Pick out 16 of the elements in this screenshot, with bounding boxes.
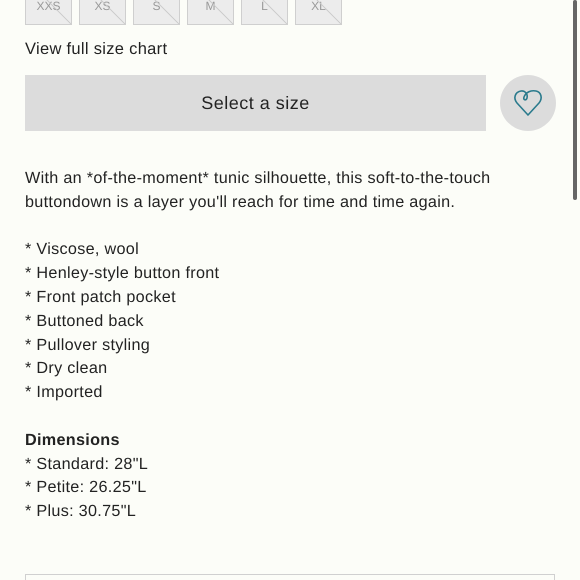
feature-item: * Henley-style button front (25, 263, 220, 284)
select-size-button[interactable]: Select a size (25, 75, 486, 131)
dimension-item: * Petite: 26.25"L (25, 477, 148, 498)
size-chart-link[interactable]: View full size chart (25, 40, 168, 59)
feature-item: * Pullover styling (25, 334, 152, 356)
feature-item: * Viscose, wool (25, 239, 140, 260)
scrollbar[interactable] (573, 0, 577, 200)
dimensions-heading: Dimensions (25, 430, 121, 451)
description-text: With an *of-the-moment* tunic silhouette, this soft-to-the-touch buttondown is a layer you'll reach for time and time again. (25, 168, 492, 213)
dimension-item: * Plus: 30.75"L (25, 501, 138, 522)
dimension-item: * Standard: 28"L (25, 454, 150, 475)
feature-item: * Dry clean (25, 358, 108, 380)
feature-item: * Front patch pocket (25, 286, 177, 308)
heart-icon (513, 89, 543, 117)
feature-item: * Buttoned back (25, 310, 145, 332)
feature-item: * Imported (25, 382, 104, 404)
